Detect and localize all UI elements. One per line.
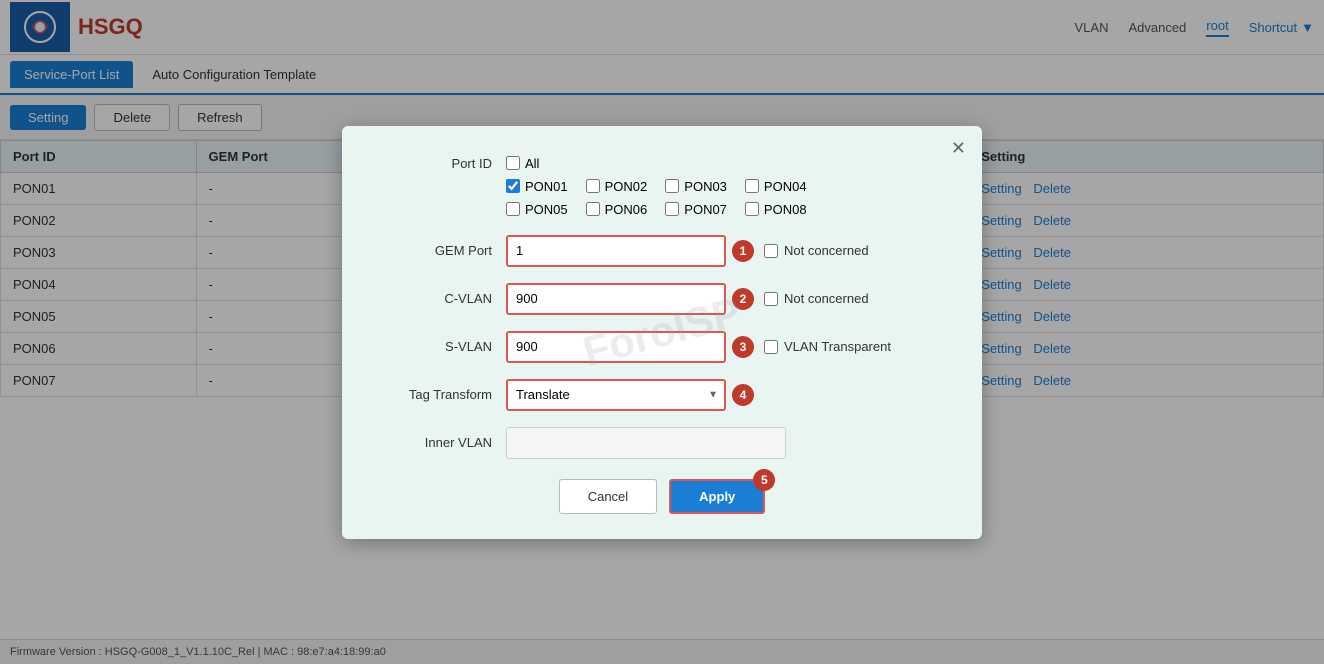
port-pon02: PON02 — [586, 179, 648, 194]
gem-port-input[interactable] — [506, 235, 726, 267]
modal-dialog: ForoISP ✕ Port ID All PON01 PON02 — [342, 126, 982, 539]
tag-transform-select[interactable]: Translate Add Remove Replace — [506, 379, 726, 411]
pon08-label: PON08 — [764, 202, 807, 217]
inner-vlan-input[interactable] — [506, 427, 786, 459]
pon02-checkbox[interactable] — [586, 179, 600, 193]
tag-transform-select-wrapper: Translate Add Remove Replace — [506, 379, 726, 411]
svlan-transparent-label: VLAN Transparent — [784, 339, 891, 354]
svlan-label: S-VLAN — [382, 339, 492, 354]
cvlan-label: C-VLAN — [382, 291, 492, 306]
step-1-badge: 1 — [732, 240, 754, 262]
apply-button[interactable]: Apply — [669, 479, 765, 514]
port-pon04: PON04 — [745, 179, 807, 194]
cvlan-row: C-VLAN 2 Not concerned — [382, 283, 942, 315]
port-pon08: PON08 — [745, 202, 807, 217]
svlan-input-group: 3 — [506, 331, 754, 363]
pon05-label: PON05 — [525, 202, 568, 217]
gem-port-input-group: 1 — [506, 235, 754, 267]
port-row-2: PON05 PON06 PON07 PON08 — [506, 202, 942, 217]
port-row-1: PON01 PON02 PON03 PON04 — [506, 179, 942, 194]
gem-not-concerned-checkbox[interactable] — [764, 244, 778, 258]
port-pon01: PON01 — [506, 179, 568, 194]
port-pon03: PON03 — [665, 179, 727, 194]
modal-footer: Cancel Apply 5 — [382, 479, 942, 514]
pon06-label: PON06 — [605, 202, 648, 217]
port-pon07: PON07 — [665, 202, 727, 217]
modal-close-button[interactable]: ✕ — [951, 138, 966, 159]
port-id-section: Port ID All PON01 PON02 PON03 — [382, 156, 942, 217]
cvlan-input[interactable] — [506, 283, 726, 315]
port-pon05: PON05 — [506, 202, 568, 217]
inner-vlan-label: Inner VLAN — [382, 435, 492, 450]
pon07-checkbox[interactable] — [665, 202, 679, 216]
gem-port-not-concerned: Not concerned — [764, 243, 869, 258]
tag-transform-label: Tag Transform — [382, 387, 492, 402]
all-label: All — [525, 156, 539, 171]
pon05-checkbox[interactable] — [506, 202, 520, 216]
step-2-badge: 2 — [732, 288, 754, 310]
pon08-checkbox[interactable] — [745, 202, 759, 216]
step-4-badge: 4 — [732, 384, 754, 406]
gem-port-row: GEM Port 1 Not concerned — [382, 235, 942, 267]
port-pon06: PON06 — [586, 202, 648, 217]
pon04-checkbox[interactable] — [745, 179, 759, 193]
pon01-checkbox[interactable] — [506, 179, 520, 193]
gem-port-label: GEM Port — [382, 243, 492, 258]
cvlan-not-concerned-checkbox[interactable] — [764, 292, 778, 306]
step-5-badge: 5 — [753, 469, 775, 491]
cancel-button[interactable]: Cancel — [559, 479, 657, 514]
gem-not-concerned-label: Not concerned — [784, 243, 869, 258]
cvlan-not-concerned: Not concerned — [764, 291, 869, 306]
step-3-badge: 3 — [732, 336, 754, 358]
cvlan-not-concerned-label: Not concerned — [784, 291, 869, 306]
modal-overlay: ForoISP ✕ Port ID All PON01 PON02 — [0, 0, 1324, 664]
svlan-vlan-transparent: VLAN Transparent — [764, 339, 891, 354]
all-checkbox[interactable] — [506, 156, 520, 170]
svlan-row: S-VLAN 3 VLAN Transparent — [382, 331, 942, 363]
svlan-input[interactable] — [506, 331, 726, 363]
pon03-label: PON03 — [684, 179, 727, 194]
cvlan-input-group: 2 — [506, 283, 754, 315]
pon06-checkbox[interactable] — [586, 202, 600, 216]
tag-transform-input-group: Translate Add Remove Replace 4 — [506, 379, 754, 411]
port-all-item: All — [506, 156, 539, 171]
pon01-label: PON01 — [525, 179, 568, 194]
pon04-label: PON04 — [764, 179, 807, 194]
tag-transform-row: Tag Transform Translate Add Remove Repla… — [382, 379, 942, 411]
port-id-label: Port ID — [382, 156, 492, 171]
pon07-label: PON07 — [684, 202, 727, 217]
pon02-label: PON02 — [605, 179, 648, 194]
pon03-checkbox[interactable] — [665, 179, 679, 193]
port-id-row: Port ID All — [382, 156, 942, 171]
svlan-transparent-checkbox[interactable] — [764, 340, 778, 354]
inner-vlan-row: Inner VLAN — [382, 427, 942, 459]
